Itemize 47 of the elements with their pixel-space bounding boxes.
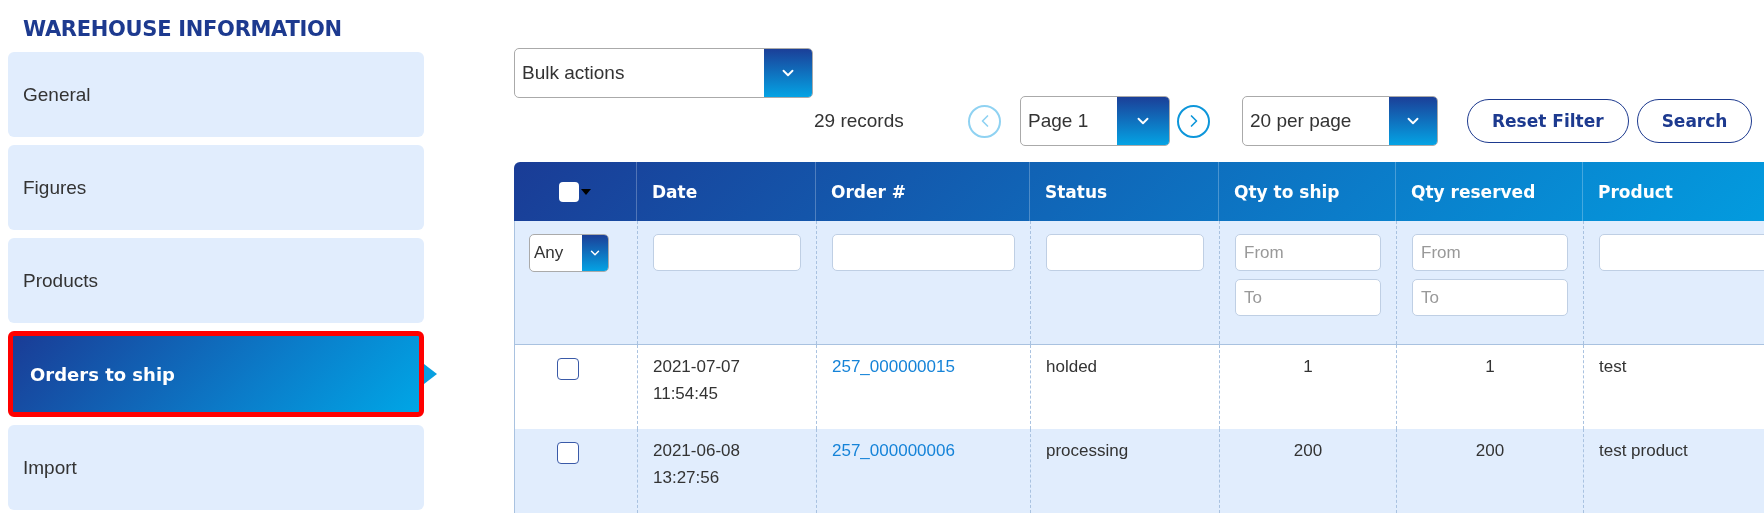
status-text: processing	[1046, 440, 1130, 462]
quantity-text: 1	[1303, 356, 1313, 378]
row-checkbox[interactable]	[557, 442, 579, 464]
bulk-actions-dropdown[interactable]: Bulk actions	[514, 48, 813, 98]
dropdown-toggle[interactable]	[1117, 97, 1169, 145]
sidebar-item[interactable]: Import	[8, 425, 424, 510]
quantity-text: 1	[1485, 356, 1495, 378]
dropdown-toggle[interactable]	[1389, 97, 1437, 145]
dropdown-toggle[interactable]	[764, 49, 812, 97]
status-text: holded	[1046, 356, 1099, 378]
range-input[interactable]: From	[1412, 234, 1568, 271]
range-input[interactable]: From	[1235, 234, 1381, 271]
filter-input[interactable]	[653, 234, 801, 271]
range-input[interactable]: To	[1235, 279, 1381, 316]
column-header: Qty reserved	[1411, 181, 1536, 202]
filter-input[interactable]	[832, 234, 1015, 271]
product-text: test	[1599, 356, 1628, 378]
caret-icon[interactable]	[581, 188, 591, 195]
column-header: Qty to ship	[1234, 181, 1340, 202]
sidebar-item[interactable]: Products	[8, 238, 424, 323]
column-header: Status	[1045, 181, 1108, 202]
range-input[interactable]: To	[1412, 279, 1568, 316]
dropdown-toggle[interactable]	[582, 235, 608, 271]
page-title: WAREHOUSE INFORMATION	[23, 17, 343, 43]
per-page-dropdown[interactable]: 20 per page	[1242, 96, 1438, 146]
records-count: 29 records	[814, 110, 905, 132]
product-text: test product	[1599, 440, 1689, 462]
quantity-text: 200	[1475, 440, 1505, 462]
row-checkbox[interactable]	[557, 358, 579, 380]
date-text: 2021-07-07 11:54:45	[653, 356, 741, 405]
sidebar-item[interactable]: Figures	[8, 145, 424, 230]
filter-input[interactable]	[1046, 234, 1204, 271]
select-all-checkbox[interactable]	[559, 181, 579, 202]
column-header: Order #	[831, 181, 907, 202]
column-header: Date	[652, 181, 698, 202]
filter-dropdown[interactable]: Any	[529, 234, 609, 272]
filter-button[interactable]: Search	[1636, 99, 1753, 143]
quantity-text: 200	[1293, 440, 1323, 462]
filter-button[interactable]: Reset Filter	[1467, 99, 1629, 143]
sidebar-item[interactable]: General	[8, 52, 424, 137]
column-header: Product	[1598, 181, 1673, 202]
pointer-arrow-icon	[424, 364, 437, 384]
page-dropdown[interactable]: Page 1	[1020, 96, 1170, 146]
date-text: 2021-06-08 13:27:56	[653, 440, 741, 489]
order-link[interactable]: 257_000000015	[832, 353, 1015, 380]
next-page-button[interactable]	[1177, 104, 1210, 138]
sidebar-item[interactable]: Orders to ship	[8, 331, 424, 417]
